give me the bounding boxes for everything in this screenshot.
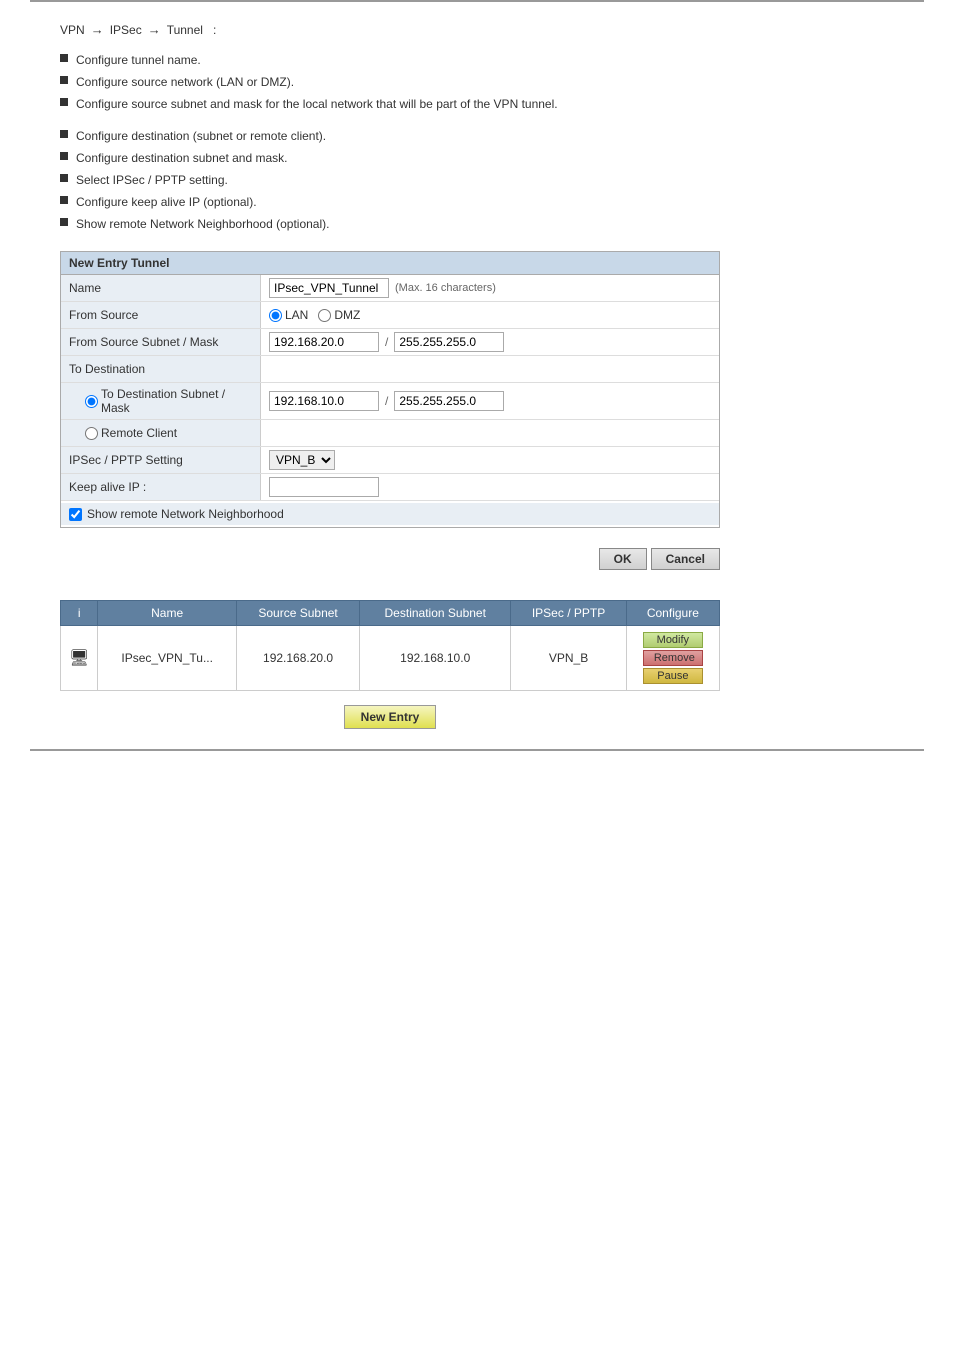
row-name: IPsec_VPN_Tu... xyxy=(98,626,237,691)
source-mask-input[interactable] xyxy=(394,332,504,352)
from-source-value: LAN DMZ xyxy=(261,305,719,325)
breadcrumb-vpn: VPN xyxy=(60,23,85,37)
source-subnet-input[interactable] xyxy=(269,332,379,352)
source-dmz-radio[interactable]: DMZ xyxy=(318,308,360,322)
source-lan-label: LAN xyxy=(285,308,308,322)
configure-buttons: Modify Remove Pause xyxy=(630,629,716,687)
from-source-label: From Source xyxy=(61,302,261,328)
row-destination: 192.168.10.0 xyxy=(360,626,511,691)
name-input[interactable] xyxy=(269,278,389,298)
arrow1: → xyxy=(91,22,104,37)
dest-subnet-radio-text: To Destination Subnet / Mask xyxy=(101,387,252,415)
dest-subnet-label: To Destination Subnet / Mask xyxy=(61,383,261,419)
name-label: Name xyxy=(61,275,261,301)
remote-client-radio-label[interactable]: Remote Client xyxy=(85,426,177,440)
tunnel-table: i Name Source Subnet Destination Subnet … xyxy=(60,600,720,691)
form-buttons: OK Cancel xyxy=(60,548,720,570)
keepalive-input[interactable] xyxy=(269,477,379,497)
dest-mask-input[interactable] xyxy=(394,391,504,411)
breadcrumb-colon: : xyxy=(213,23,216,37)
dest-subnet-radio[interactable] xyxy=(85,395,98,408)
source-dmz-label: DMZ xyxy=(334,308,360,322)
col-header-ipsec: IPSec / PPTP xyxy=(511,601,626,626)
col-header-dest: Destination Subnet xyxy=(360,601,511,626)
to-destination-row: To Destination xyxy=(61,356,719,383)
table-row: 🖥 IPsec_VPN_Tu... 192.168.20.0 192.168.1… xyxy=(61,626,720,691)
list-item: Configure tunnel name. xyxy=(60,51,894,69)
remote-client-radio[interactable] xyxy=(85,427,98,440)
source-subnet-row: From Source Subnet / Mask / xyxy=(61,329,719,356)
row-source: 192.168.20.0 xyxy=(237,626,360,691)
dest-subnet-value: / xyxy=(261,388,719,414)
list-item: Select IPSec / PPTP setting. xyxy=(60,171,894,189)
remove-button[interactable]: Remove xyxy=(643,650,703,666)
dest-subnet-row: To Destination Subnet / Mask / xyxy=(61,383,719,420)
source-radio-group: LAN DMZ xyxy=(269,308,360,322)
list-item: Configure destination subnet and mask. xyxy=(60,149,894,167)
list-item: Configure keep alive IP (optional). xyxy=(60,193,894,211)
breadcrumb: VPN → IPSec → Tunnel : xyxy=(60,22,894,37)
form-title: New Entry Tunnel xyxy=(61,252,719,275)
list-item: Configure source network (LAN or DMZ). xyxy=(60,73,894,91)
slash1: / xyxy=(385,335,388,349)
name-value: (Max. 16 characters) xyxy=(261,275,719,301)
new-entry-tunnel-form: New Entry Tunnel Name (Max. 16 character… xyxy=(60,251,720,528)
remote-client-value xyxy=(261,430,719,436)
keepalive-label: Keep alive IP : xyxy=(61,474,261,500)
dest-subnet-input[interactable] xyxy=(269,391,379,411)
to-destination-value xyxy=(261,366,719,372)
instruction-list: Configure tunnel name. Configure source … xyxy=(60,51,894,233)
checkbox-row: Show remote Network Neighborhood xyxy=(61,501,719,527)
col-header-i: i xyxy=(61,601,98,626)
name-hint: (Max. 16 characters) xyxy=(395,282,496,294)
remote-client-label: Remote Client xyxy=(61,420,261,446)
breadcrumb-tunnel: Tunnel xyxy=(167,23,203,37)
remote-client-row: Remote Client xyxy=(61,420,719,447)
list-item: Show remote Network Neighborhood (option… xyxy=(60,215,894,233)
ipsec-setting-value: VPN_B xyxy=(261,447,719,473)
remote-client-text: Remote Client xyxy=(101,426,177,440)
row-ipsec: VPN_B xyxy=(511,626,626,691)
modify-button[interactable]: Modify xyxy=(643,632,703,648)
new-entry-button[interactable]: New Entry xyxy=(344,705,437,729)
tunnel-icon: 🖥 xyxy=(69,650,89,667)
ipsec-setting-select[interactable]: VPN_B xyxy=(269,450,335,470)
ipsec-setting-row: IPSec / PPTP Setting VPN_B xyxy=(61,447,719,474)
col-header-source: Source Subnet xyxy=(237,601,360,626)
list-item: Configure destination (subnet or remote … xyxy=(60,127,894,145)
source-subnet-label: From Source Subnet / Mask xyxy=(61,329,261,355)
show-network-label: Show remote Network Neighborhood xyxy=(87,507,284,521)
source-subnet-value: / xyxy=(261,329,719,355)
keepalive-value xyxy=(261,474,719,500)
source-lan-input[interactable] xyxy=(269,309,282,322)
name-row: Name (Max. 16 characters) xyxy=(61,275,719,302)
row-configure: Modify Remove Pause xyxy=(626,626,719,691)
pause-button[interactable]: Pause xyxy=(643,668,703,684)
source-lan-radio[interactable]: LAN xyxy=(269,308,308,322)
ok-button[interactable]: OK xyxy=(599,548,647,570)
col-header-configure: Configure xyxy=(626,601,719,626)
col-header-name: Name xyxy=(98,601,237,626)
new-entry-row: New Entry xyxy=(60,705,720,729)
ipsec-setting-label: IPSec / PPTP Setting xyxy=(61,447,261,473)
source-dmz-input[interactable] xyxy=(318,309,331,322)
arrow2: → xyxy=(148,22,161,37)
slash2: / xyxy=(385,394,388,408)
from-source-row: From Source LAN DMZ xyxy=(61,302,719,329)
dest-subnet-radio-label[interactable]: To Destination Subnet / Mask xyxy=(85,387,252,415)
list-item: Configure source subnet and mask for the… xyxy=(60,95,894,113)
keepalive-row: Keep alive IP : xyxy=(61,474,719,501)
to-destination-label: To Destination xyxy=(61,356,261,382)
show-network-checkbox[interactable] xyxy=(69,508,82,521)
row-icon-cell: 🖥 xyxy=(61,626,98,691)
cancel-button[interactable]: Cancel xyxy=(651,548,720,570)
breadcrumb-ipsec: IPSec xyxy=(110,23,142,37)
